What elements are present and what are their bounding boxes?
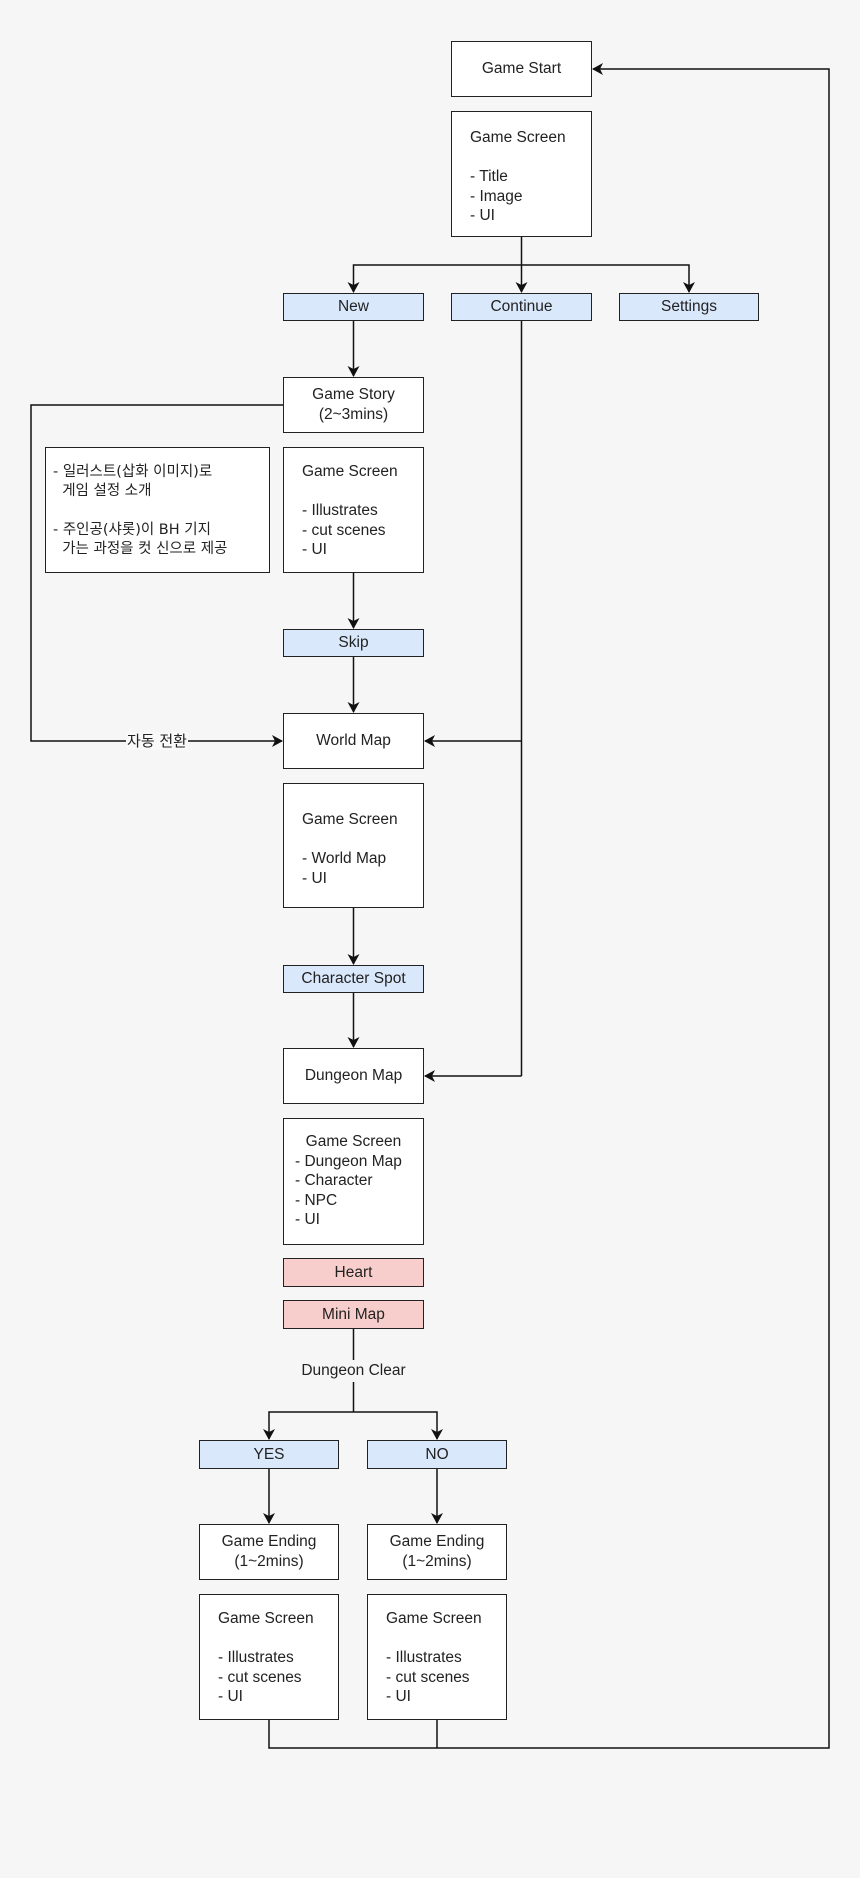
yes-label: YES — [253, 1445, 285, 1463]
ending-no-screen-item: - cut scenes — [386, 1668, 470, 1686]
heart-label: Heart — [334, 1263, 373, 1281]
dungeon-screen-item: - UI — [295, 1211, 320, 1229]
title-screen-item: - UI — [470, 207, 495, 225]
ending-yes-title: Game Ending — [221, 1533, 317, 1551]
ending-yes-node[interactable]: Game Ending (1~2mins) — [199, 1524, 339, 1580]
game-story-title: Game Story — [312, 386, 395, 404]
ending-yes-screen-item: - cut scenes — [218, 1668, 302, 1686]
story-screen-node[interactable]: Game Screen - Illustrates - cut scenes -… — [283, 447, 424, 573]
world-screen-title: Game Screen — [302, 811, 398, 828]
title-screen-item: - Image — [470, 187, 523, 205]
continue-option-node[interactable]: Continue — [451, 293, 592, 321]
ending-no-screen-item: - Illustrates — [386, 1649, 462, 1667]
ending-yes-duration: (1~2mins) — [234, 1553, 304, 1570]
world-screen-item: - World Map — [302, 850, 387, 868]
skip-label: Skip — [338, 634, 369, 652]
ending-yes-screen-title: Game Screen — [218, 1610, 314, 1627]
new-label: New — [337, 298, 369, 316]
edge-to-new — [347, 264, 522, 293]
dungeon-clear-label: Dungeon Clear — [300, 1360, 407, 1382]
dungeon-map-node[interactable]: Dungeon Map — [283, 1048, 424, 1104]
ending-no-node[interactable]: Game Ending (1~2mins) — [367, 1524, 507, 1580]
story-note: - 일러스트(삽화 이미지)로 게임 설정 소개 - 주인공(샤롯)이 BH 기… — [45, 447, 270, 573]
ending-no-title: Game Ending — [389, 1533, 485, 1551]
skip-option-node[interactable]: Skip — [283, 629, 424, 657]
story-screen-title: Game Screen — [302, 463, 398, 480]
edge-to-settings — [521, 264, 695, 293]
ending-no-screen-node[interactable]: Game Screen - Illustrates - cut scenes -… — [367, 1594, 507, 1720]
settings-label: Settings — [660, 298, 717, 316]
heart-ui-node[interactable]: Heart — [283, 1258, 424, 1287]
ending-yes-screen-node[interactable]: Game Screen - Illustrates - cut scenes -… — [199, 1594, 339, 1720]
game-start-label: Game Start — [481, 60, 562, 78]
story-screen-item: - UI — [302, 541, 327, 559]
story-screen-item: - cut scenes — [302, 521, 386, 539]
character-spot-node[interactable]: Character Spot — [283, 965, 424, 993]
dungeon-screen-node[interactable]: Game Screen - Dungeon Map - Character - … — [283, 1118, 424, 1245]
world-map-node[interactable]: World Map — [283, 713, 424, 769]
ending-no-screen-item: - UI — [386, 1688, 411, 1706]
no-option-node[interactable]: NO — [367, 1440, 507, 1469]
continue-label: Continue — [490, 298, 553, 316]
dungeon-map-label: Dungeon Map — [304, 1067, 403, 1085]
new-option-node[interactable]: New — [283, 293, 424, 321]
world-screen-node[interactable]: Game Screen - World Map - UI — [283, 783, 424, 908]
world-map-label: World Map — [316, 732, 391, 750]
ending-no-screen-title: Game Screen — [386, 1610, 482, 1627]
edge-clear-yes — [263, 1411, 354, 1440]
game-start-node[interactable]: Game Start — [451, 41, 592, 97]
mini-map-ui-node[interactable]: Mini Map — [283, 1300, 424, 1329]
title-screen-title: Game Screen — [470, 129, 566, 146]
game-story-node[interactable]: Game Story (2~3mins) — [283, 377, 424, 433]
dungeon-screen-title: Game Screen — [305, 1133, 402, 1150]
edge-clear-no — [353, 1411, 443, 1440]
settings-option-node[interactable]: Settings — [619, 293, 759, 321]
world-screen-item: - UI — [302, 869, 327, 887]
dungeon-screen-item: - Character — [295, 1172, 373, 1190]
dungeon-screen-item: - NPC — [295, 1191, 338, 1209]
mini-map-label: Mini Map — [322, 1305, 385, 1323]
ending-yes-screen-item: - UI — [218, 1688, 243, 1706]
character-spot-label: Character Spot — [301, 970, 406, 988]
no-label: NO — [425, 1445, 449, 1463]
dungeon-screen-item: - Dungeon Map — [295, 1152, 402, 1170]
auto-transition-label: 자동 전환 — [126, 732, 188, 750]
ending-yes-screen-item: - Illustrates — [218, 1649, 294, 1667]
story-screen-item: - Illustrates — [302, 502, 378, 520]
ending-no-duration: (1~2mins) — [402, 1553, 472, 1570]
title-screen-item: - Title — [470, 168, 508, 186]
title-screen-node[interactable]: Game Screen - Title - Image - UI — [451, 111, 592, 237]
game-story-duration: (2~3mins) — [318, 406, 389, 423]
yes-option-node[interactable]: YES — [199, 1440, 339, 1469]
